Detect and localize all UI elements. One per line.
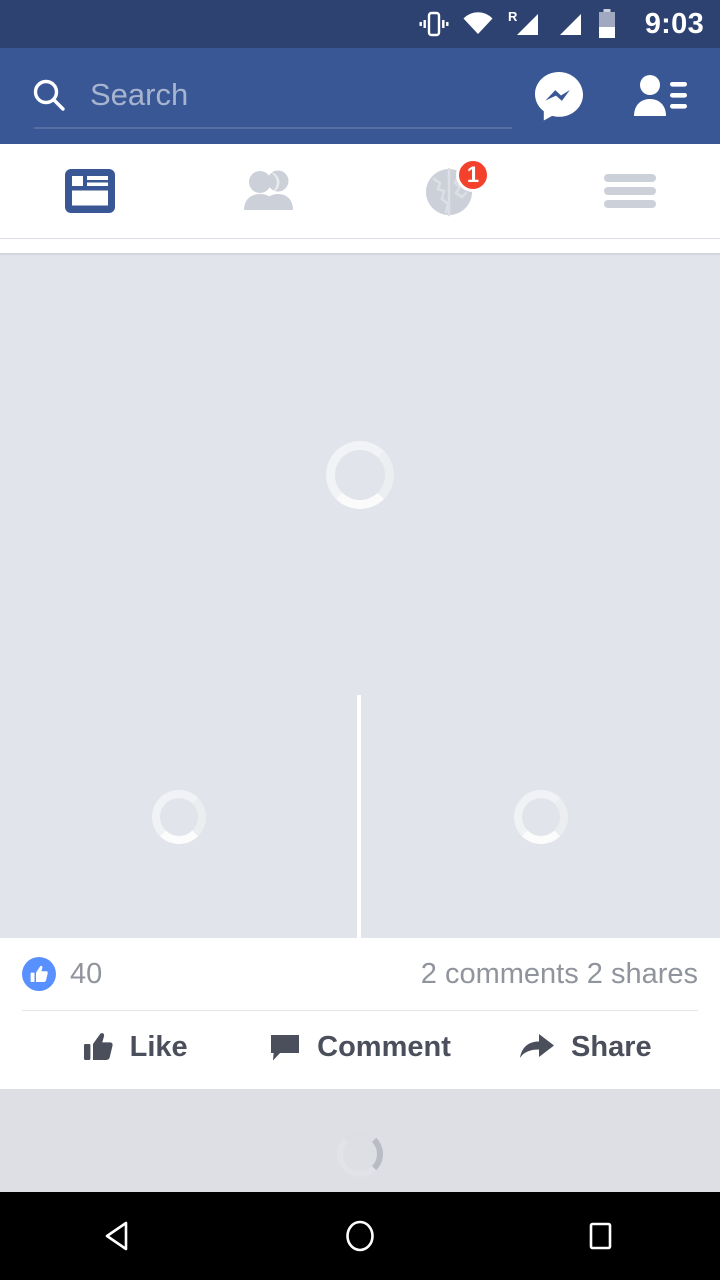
tab-news-feed[interactable] [0, 144, 180, 238]
share-label: Share [571, 1030, 652, 1063]
friends-icon [244, 170, 293, 210]
back-triangle-icon [105, 1221, 128, 1251]
thumbs-up-icon [83, 1033, 113, 1060]
phone-screen: R 9:03 Search 1 40 2 comments 2 shares L… [0, 0, 720, 1280]
next-post-loading [0, 1083, 720, 1199]
engagement-counts: 40 2 comments 2 shares [22, 938, 698, 1010]
comment-bubble-icon [271, 1035, 300, 1061]
search-underline [34, 127, 512, 129]
battery-icon [598, 9, 615, 38]
comment-button[interactable]: Comment [247, 1031, 472, 1063]
post-actions: Like Comment Share [22, 1011, 698, 1083]
svg-text:R: R [508, 9, 518, 24]
tab-bar: 1 [0, 144, 720, 239]
post-media-secondary-right[interactable] [361, 695, 720, 938]
nav-back-button[interactable] [0, 1192, 240, 1280]
header-actions [532, 69, 688, 123]
feed-post: 40 2 comments 2 shares Like Comment Shar… [0, 239, 720, 1083]
signal-roaming-icon: R [508, 9, 538, 35]
tab-friends[interactable] [180, 144, 360, 238]
news-feed-icon [65, 169, 115, 213]
loading-spinner [151, 789, 206, 844]
like-button[interactable]: Like [22, 1031, 247, 1063]
tab-menu[interactable] [540, 144, 720, 238]
android-navigation-bar [0, 1192, 720, 1280]
hamburger-menu-icon [604, 174, 656, 208]
signal-icon [559, 14, 581, 35]
comments-shares-count[interactable]: 2 comments 2 shares [421, 959, 698, 989]
news-feed[interactable]: 40 2 comments 2 shares Like Comment Shar… [0, 239, 720, 1199]
friend-requests-icon[interactable] [630, 72, 688, 120]
post-text-truncated [0, 239, 720, 253]
post-media-row [0, 695, 720, 938]
status-icons: R 9:03 [419, 8, 704, 40]
share-button[interactable]: Share [473, 1031, 698, 1063]
comment-label: Comment [317, 1030, 451, 1063]
status-bar: R 9:03 [0, 0, 720, 48]
app-header: Search [0, 48, 720, 144]
loading-spinner [337, 1130, 383, 1177]
likes-group[interactable]: 40 [22, 957, 102, 991]
thumbs-up-badge-icon [22, 957, 56, 991]
nav-home-button[interactable] [240, 1192, 480, 1280]
likes-count: 40 [70, 957, 103, 990]
notifications-badge: 1 [456, 158, 490, 192]
vibrate-icon [419, 11, 449, 37]
search-icon [33, 79, 65, 111]
loading-spinner [513, 789, 568, 844]
like-label: Like [129, 1030, 188, 1063]
wifi-icon [463, 12, 493, 34]
tab-notifications[interactable]: 1 [360, 144, 540, 238]
loading-spinner [326, 441, 394, 509]
home-circle-icon [346, 1220, 374, 1252]
search-placeholder: Search [90, 76, 189, 112]
messenger-icon[interactable] [532, 69, 586, 123]
nav-recents-button[interactable] [480, 1192, 720, 1280]
recents-square-icon [589, 1222, 612, 1250]
post-media-secondary-left[interactable] [0, 695, 357, 938]
share-arrow-icon [520, 1034, 555, 1058]
status-time: 9:03 [644, 7, 704, 40]
post-media-primary[interactable] [0, 255, 720, 695]
post-engagement: 40 2 comments 2 shares Like Comment Shar… [0, 938, 720, 1083]
search-input[interactable]: Search [30, 63, 512, 129]
